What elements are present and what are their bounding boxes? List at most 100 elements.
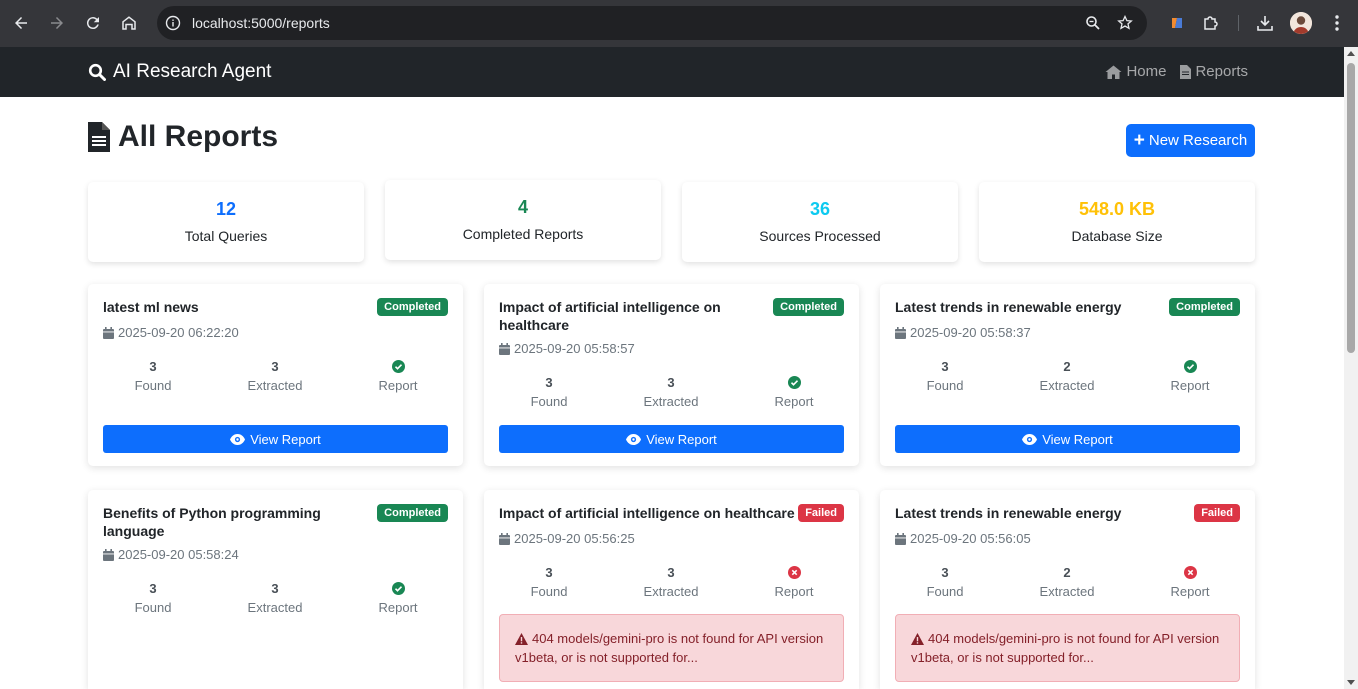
home-page-icon[interactable] — [118, 12, 140, 34]
report-date: 2025-09-20 05:58:24 — [103, 547, 239, 562]
report-label: Report — [378, 600, 418, 615]
calendar-icon — [499, 532, 510, 545]
profile-avatar[interactable] — [1290, 12, 1312, 34]
forward-icon[interactable] — [46, 12, 68, 34]
found-count: 3 — [149, 580, 157, 596]
url-text: localhost:5000/reports — [192, 15, 330, 31]
extracted-label: Extracted — [643, 394, 699, 409]
report-date-text: 2025-09-20 05:58:24 — [118, 547, 239, 562]
calendar-icon — [103, 548, 114, 561]
found-label: Found — [926, 378, 964, 393]
report-title: latest ml news — [103, 299, 199, 315]
warning-icon — [515, 633, 528, 645]
metric-extracted: 3 Extracted — [225, 358, 325, 394]
x-circle-icon — [787, 565, 801, 579]
status-badge: Failed — [798, 504, 844, 522]
view-report-button[interactable]: View Report — [895, 425, 1240, 453]
stat-value: 36 — [809, 199, 831, 219]
found-count: 3 — [149, 358, 157, 374]
extracted-label: Extracted — [247, 378, 303, 393]
view-report-label: View Report — [1042, 431, 1113, 447]
found-label: Found — [134, 600, 172, 615]
nav-links: Home Reports — [1105, 63, 1248, 80]
stat-value: 4 — [517, 197, 528, 217]
info-icon[interactable] — [165, 15, 181, 31]
stat-card-sources-processed: 36 Sources Processed — [682, 182, 958, 262]
stat-label: Database Size — [1071, 228, 1163, 244]
download-icon[interactable] — [1254, 12, 1276, 34]
report-title: Latest trends in renewable energy — [895, 299, 1122, 315]
bookmark-star-icon[interactable] — [1117, 15, 1133, 31]
stat-label: Completed Reports — [462, 226, 584, 242]
view-report-label: View Report — [250, 431, 321, 447]
metric-report: Report — [1140, 564, 1240, 599]
puzzle-icon[interactable] — [1200, 12, 1222, 34]
stat-card-database-size: 548.0 KB Database Size — [979, 182, 1255, 262]
brand[interactable]: AI Research Agent — [88, 61, 271, 83]
back-icon[interactable] — [10, 12, 32, 34]
metric-found: 3 Found — [103, 358, 203, 394]
status-badge: Completed — [1169, 298, 1240, 316]
page-scrollbar[interactable] — [1344, 47, 1358, 689]
metric-extracted: 3 Extracted — [225, 580, 325, 616]
menu-kebab-icon[interactable] — [1326, 12, 1348, 34]
report-title: Benefits of Python programming language — [103, 505, 321, 539]
app-navbar: AI Research Agent Home Reports — [0, 47, 1344, 97]
scroll-up-arrow-icon[interactable] — [1347, 51, 1355, 56]
status-badge: Completed — [377, 298, 448, 316]
metric-report: Report — [744, 564, 844, 599]
document-icon — [88, 122, 110, 152]
error-alert: 404 models/gemini-pro is not found for A… — [895, 614, 1240, 682]
new-research-label: New Research — [1148, 132, 1248, 149]
zoom-icon[interactable] — [1085, 15, 1101, 31]
extracted-label: Extracted — [1039, 378, 1095, 393]
page-title-text: All Reports — [118, 120, 279, 153]
new-research-button[interactable]: + New Research — [1126, 124, 1255, 157]
metric-extracted: 2 Extracted — [1017, 358, 1117, 394]
report-title: Latest trends in renewable energy — [895, 505, 1122, 521]
found-count: 3 — [941, 564, 949, 580]
found-count: 3 — [545, 374, 553, 390]
metric-report: Report — [744, 374, 844, 409]
metric-found: 3 Found — [895, 564, 995, 600]
scroll-down-arrow-icon[interactable] — [1347, 680, 1355, 685]
search-icon — [88, 63, 106, 81]
report-label: Report — [1170, 378, 1210, 393]
extracted-count: 2 — [1063, 358, 1071, 374]
nav-reports-link[interactable]: Reports — [1180, 63, 1248, 80]
extracted-count: 3 — [271, 358, 279, 374]
scroll-thumb[interactable] — [1347, 63, 1355, 353]
report-label: Report — [774, 394, 814, 409]
found-count: 3 — [941, 358, 949, 374]
found-label: Found — [134, 378, 172, 393]
check-circle-icon — [391, 359, 405, 373]
view-report-button[interactable]: View Report — [103, 425, 448, 453]
extension-icon[interactable] — [1166, 12, 1188, 34]
report-card: Impact of artificial intelligence on hea… — [484, 284, 859, 466]
report-label: Report — [774, 584, 814, 599]
reload-icon[interactable] — [82, 12, 104, 34]
error-alert: 404 models/gemini-pro is not found for A… — [499, 614, 844, 682]
report-card: latest ml news Completed 2025-09-20 06:2… — [88, 284, 463, 466]
plus-icon: + — [1133, 130, 1145, 151]
page-title: All Reports — [88, 120, 278, 154]
file-icon — [1180, 64, 1192, 79]
view-report-button[interactable]: View Report — [499, 425, 844, 453]
report-label: Report — [1170, 584, 1210, 599]
report-card: Benefits of Python programming language … — [88, 490, 463, 689]
metric-found: 3 Found — [103, 580, 203, 616]
address-bar[interactable]: localhost:5000/reports — [157, 6, 1147, 40]
report-date-text: 2025-09-20 05:58:57 — [514, 341, 635, 356]
extracted-label: Extracted — [643, 584, 699, 599]
status-badge: Completed — [773, 298, 844, 316]
error-message: 404 models/gemini-pro is not found for A… — [911, 631, 1220, 665]
report-card: Latest trends in renewable energy Failed… — [880, 490, 1255, 689]
stat-label: Sources Processed — [759, 228, 881, 244]
report-title: Impact of artificial intelligence on hea… — [499, 299, 721, 333]
nav-home-link[interactable]: Home — [1105, 63, 1166, 80]
browser-toolbar: localhost:5000/reports — [0, 0, 1358, 47]
stat-value: 548.0 KB — [1078, 199, 1156, 219]
report-date: 2025-09-20 06:22:20 — [103, 325, 239, 340]
view-report-label: View Report — [646, 431, 717, 447]
report-date-text: 2025-09-20 05:56:25 — [514, 531, 635, 546]
